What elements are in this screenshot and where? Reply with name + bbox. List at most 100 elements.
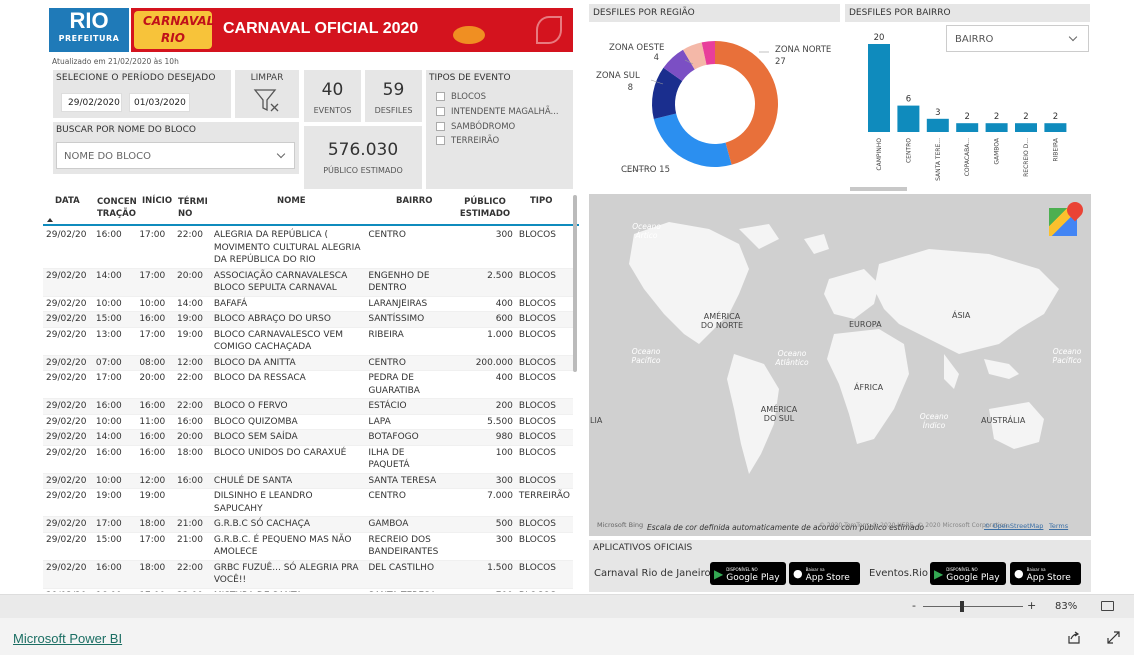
zoom-slider-thumb[interactable] [960,601,964,612]
table-row[interactable]: 29/02/20 10:00 10:00 14:00 BAFAFÁ LARANJEIRAS… [43,296,573,312]
event-type-option[interactable]: TERREIRÃO [436,136,499,146]
checkbox[interactable] [436,136,445,145]
table-cell: 12:00 [177,357,203,368]
bar[interactable] [956,123,979,132]
google-play-badge[interactable]: ▶ DISPONÍVEL NO Google Play [710,562,786,585]
table-cell: 10:00 [95,475,122,486]
table-row[interactable]: 29/02/20 17:00 20:00 22:00 BLOCO DA RESSACA P… [43,370,573,399]
table-cell: BLOCO O FERVO [213,401,288,411]
bar[interactable] [985,123,1008,132]
mask-icon [453,26,485,44]
col-header[interactable]: NOME [277,196,306,206]
table-cell: 17:00 [139,534,166,545]
table-cell: 14:00 [177,298,203,309]
table-row[interactable]: 29/02/20 13:00 17:00 19:00 BLOCO CARNAVALESC… [43,327,573,355]
checkbox[interactable] [436,107,445,116]
date-from-input[interactable]: 29/02/2020 [61,93,122,112]
table-row[interactable]: 29/02/20 14:00 16:00 20:00 BLOCO SEM SAÍDA BO… [43,429,573,445]
table-cell: 16:00 [139,401,166,411]
table-cell: RIBEIRA [368,329,404,340]
col-header[interactable]: CONCEN TRAÇÃO [97,196,137,220]
table-scrollbar[interactable] [573,195,577,372]
table-row[interactable]: 29/02/20 16:00 18:00 22:00 GRBC FUZUÊ... SÓ … [43,560,573,588]
table-row[interactable]: 29/02/20 10:00 11:00 16:00 BLOCO QUIZOMBA LAP… [43,414,573,430]
table-cell: 16:00 [93,588,136,593]
zoom-in-button[interactable]: + [1027,599,1036,612]
carnaval-logo: CARNAVAL RIO [134,11,214,49]
table-cell: BLOCOS [518,373,556,383]
terms-link[interactable]: Terms [1049,522,1068,530]
openstreetmap-link[interactable]: © OpenStreetMap [984,522,1043,530]
table-cell: 15:00 [95,314,122,324]
bar[interactable] [868,44,890,132]
bar-category-label: CAMPINHO [876,138,883,171]
col-header[interactable]: PÚBLICO ESTIMADO [459,196,511,220]
bar[interactable] [926,118,949,132]
fullscreen-icon[interactable] [1107,631,1120,644]
table-row[interactable]: 29/02/20 16:00 16:00 22:00 BLOCO O FERVO ESTÁ… [43,398,573,414]
table-row[interactable]: 29/02/20 15:00 16:00 19:00 BLOCO ABRAÇO DO U… [43,311,573,327]
col-header[interactable]: INÍCIO [142,196,172,206]
powerbi-link[interactable]: Microsoft Power BI [13,631,122,646]
clear-filters-button[interactable]: LIMPAR [235,70,299,118]
table-row[interactable]: 29/02/20 14:00 17:00 20:00 ASSOCIAÇÃO CARNAV… [43,268,573,296]
checkbox[interactable] [436,122,445,131]
table-row[interactable]: 29/02/20 07:00 08:00 12:00 BLOCO DA ANITTA CE… [43,355,573,371]
table-cell [174,489,211,517]
col-header[interactable]: BAIRRO [396,196,433,206]
table-cell: 7.000 [487,491,513,501]
checkbox[interactable] [436,92,445,101]
table-cell: 10:00 [95,416,122,427]
share-icon[interactable] [1067,631,1081,644]
bar[interactable] [897,105,920,132]
kpi-desfiles-value: 59 [382,80,405,100]
table-row[interactable]: 29/02/20 16:00 17:00 22:00 ALEGRIA DA REPÚBL… [43,228,573,268]
badge-big-text: Google Play [726,572,780,583]
table-cell: 16:00 [139,314,166,324]
table-cell: BLOCOS [518,432,556,442]
table-row[interactable]: 29/02/20 15:00 17:00 21:00 G.R.B.C. É PEQUEN… [43,532,573,560]
bar[interactable] [1044,123,1067,132]
table-cell: BLOCO UNIDOS DO CARAXUÉ [213,447,347,458]
col-header[interactable]: DATA [55,196,80,206]
table-cell: 300 [495,534,513,545]
events-table: DATA CONCEN TRAÇÃO INÍCIO TÉRMI NO NOME … [43,192,579,592]
event-type-option[interactable]: SAMBÓDROMO [436,122,515,132]
app-store-badge[interactable]: ● Baixar na App Store [1010,562,1081,585]
donut-slice[interactable] [653,113,732,167]
table-row[interactable]: 29/02/2016:0017:0022:00MISTURA DE SANTAS… [43,588,573,592]
table-cell: RECREIO DOS BANDEIRANTES [368,534,439,558]
event-type-option[interactable]: BLOCOS [436,92,486,102]
table-row[interactable]: 29/02/20 16:00 16:00 18:00 BLOCO UNIDOS DO C… [43,445,573,473]
zoom-out-button[interactable]: - [912,599,916,612]
table-cell: ENGENHO DE DENTRO [368,270,430,294]
table-row[interactable]: 29/02/20 17:00 18:00 21:00 G.R.B.C SÓ CACHAÇ… [43,516,573,532]
fit-page-icon[interactable] [1101,601,1114,611]
col-header[interactable]: TIPO [530,196,552,206]
date-to-input[interactable]: 01/03/2020 [129,93,190,112]
table-cell: 300 [495,230,513,240]
table-cell: 14:00 [95,432,122,442]
search-label: BUSCAR POR NOME DO BLOCO [56,125,196,135]
table-body: 29/02/20 16:00 17:00 22:00 ALEGRIA DA REPÚBL… [43,228,573,592]
google-play-badge[interactable]: ▶ DISPONÍVEL NO Google Play [930,562,1006,585]
updated-text: Atualizado em 21/02/2020 às 10h [52,57,179,66]
world-map[interactable]: Oceano Ártico Oceano Pacífico Oceano Atl… [589,194,1091,536]
event-type-option[interactable]: INTENDENTE MAGALHÃ... [436,107,559,117]
table-cell: 10:00 [95,298,122,309]
bar-category-label: CENTRO [905,138,912,163]
event-type-label: BLOCOS [451,92,486,102]
bar[interactable] [1015,123,1037,132]
table-row[interactable]: 29/02/20 10:00 12:00 16:00 CHULÉ DE SANTA SAN… [43,473,573,489]
table-cell: 29/02/20 [43,588,93,593]
bar-value-label: 6 [906,95,911,105]
zoom-slider[interactable] [923,606,1023,607]
google-maps-icon[interactable] [1047,198,1087,240]
bairro-scrollbar[interactable] [850,187,907,191]
search-dropdown[interactable]: NOME DO BLOCO [56,142,295,169]
table-cell: 29/02/20 [46,447,87,458]
col-header[interactable]: TÉRMI NO [178,196,208,220]
app-store-badge[interactable]: ● Baixar na App Store [789,562,860,585]
donut-label: ZONA OESTE [609,43,664,53]
table-row[interactable]: 29/02/20 19:00 19:00 DILSINHO E LEANDRO SAP… [43,488,573,517]
